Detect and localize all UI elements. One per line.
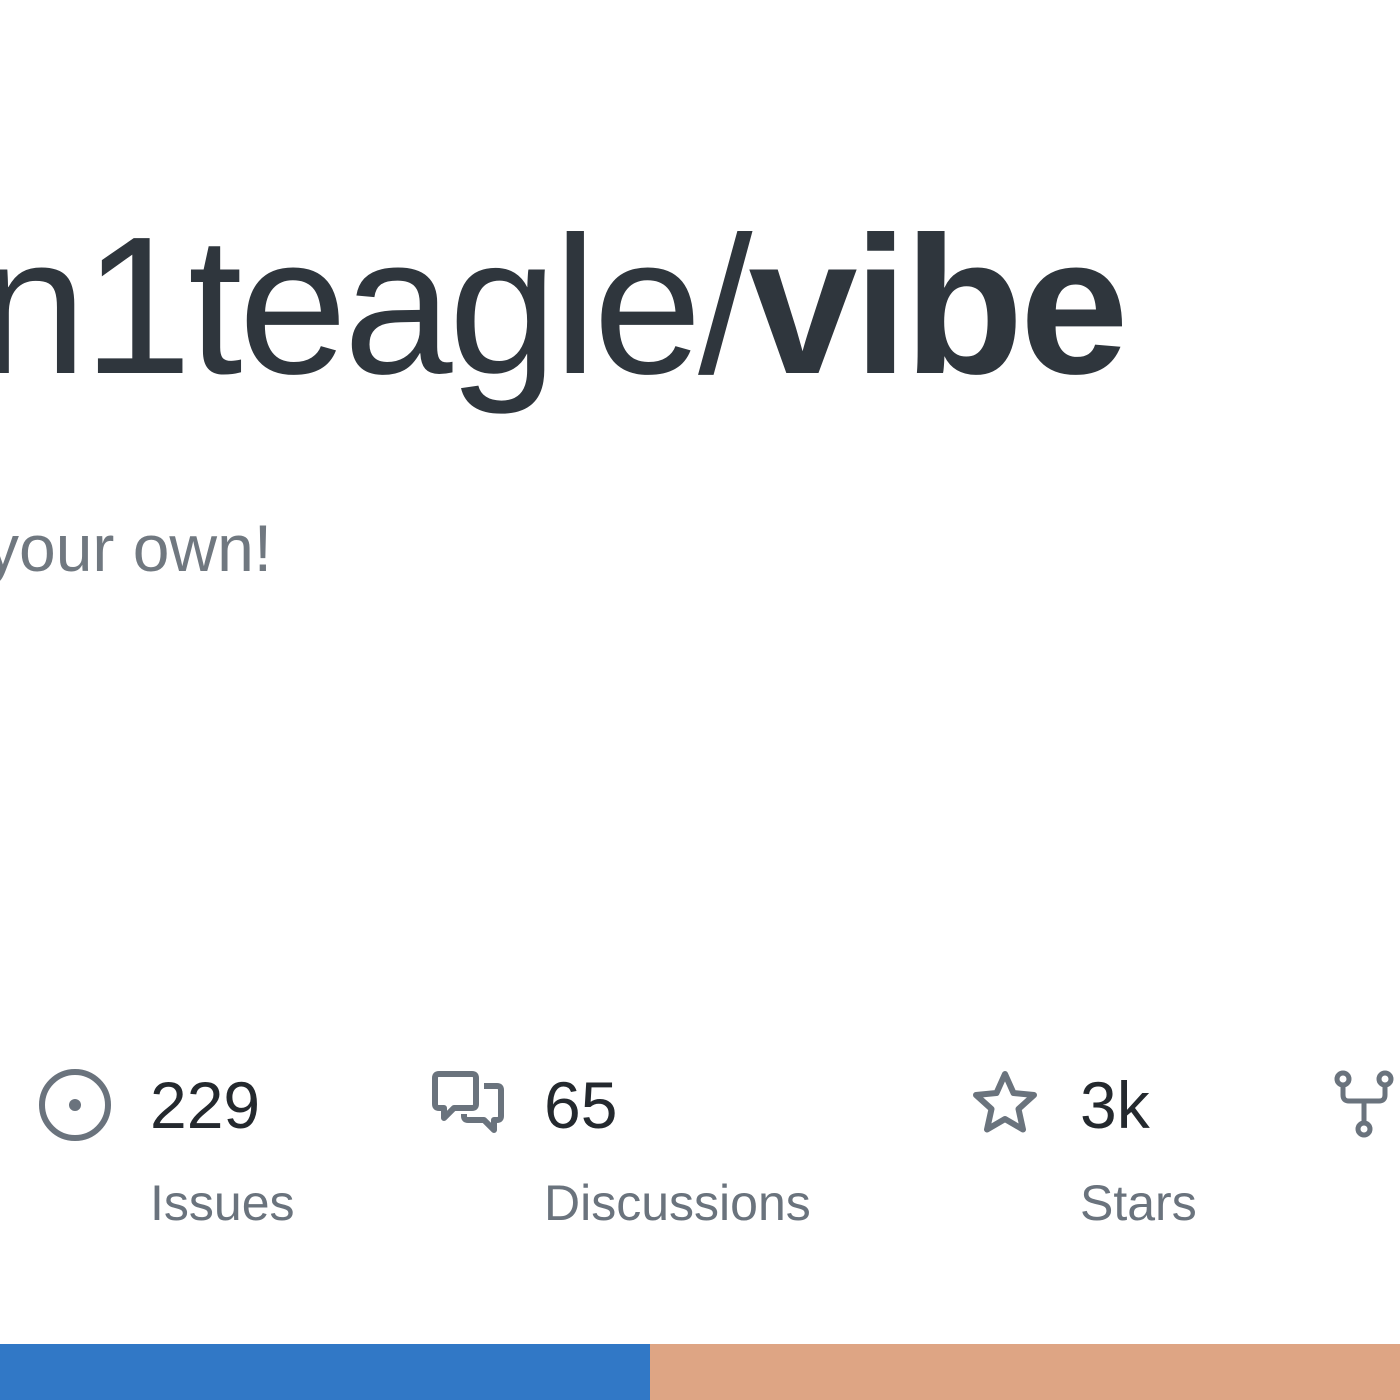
repo-separator: / <box>698 196 753 415</box>
stars-count: 3k <box>1080 1068 1150 1142</box>
repo-social-card: n1teagle/vibe your own! 229 Issues 65 Di… <box>0 0 1400 1400</box>
repo-forked-icon <box>1334 1068 1394 1147</box>
repo-owner: n1teagle <box>0 196 702 415</box>
stars-label: Stars <box>1080 1175 1197 1231</box>
issues-count: 229 <box>150 1068 261 1142</box>
discussions-count: 65 <box>544 1068 618 1142</box>
language-segment <box>649 1344 1400 1400</box>
repo-title: n1teagle/vibe <box>0 208 1129 404</box>
comment-discussion-icon <box>430 1068 506 1147</box>
discussions-label: Discussions <box>544 1175 811 1231</box>
issues-label: Issues <box>150 1175 295 1231</box>
issue-opened-icon <box>38 1068 112 1147</box>
repo-name: vibe <box>748 196 1129 415</box>
language-bar <box>0 1344 1400 1400</box>
repo-description: your own! <box>0 511 273 585</box>
language-segment <box>0 1344 650 1400</box>
star-icon <box>968 1068 1042 1147</box>
